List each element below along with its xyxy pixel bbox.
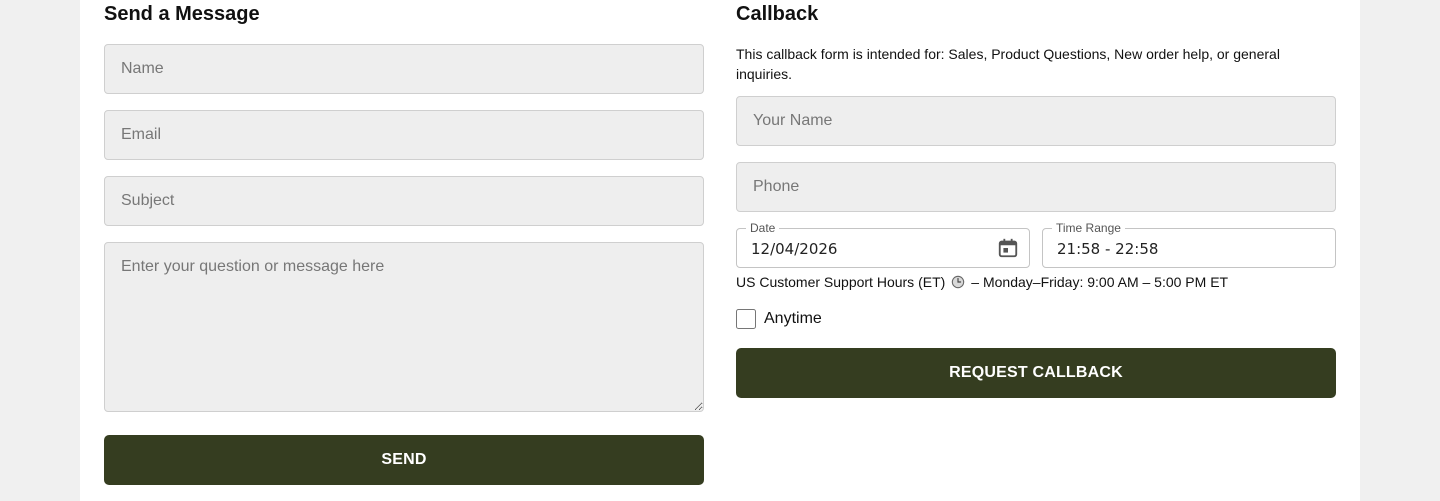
send-button[interactable]: SEND: [104, 435, 704, 485]
clock-icon: [952, 275, 965, 289]
calendar-icon[interactable]: [997, 237, 1019, 259]
phone-input[interactable]: [736, 162, 1336, 212]
callback-description: This callback form is intended for: Sale…: [736, 46, 1280, 82]
support-hours-text: – Monday–Friday: 9:00 AM – 5:00 PM ET: [971, 274, 1229, 290]
anytime-option[interactable]: Anytime: [736, 309, 822, 329]
your-name-input[interactable]: [736, 96, 1336, 146]
name-input[interactable]: [104, 44, 704, 94]
subject-input[interactable]: [104, 176, 704, 226]
support-hours: US Customer Support Hours (ET) – Monday–…: [736, 272, 1228, 292]
email-input[interactable]: [104, 110, 704, 160]
time-range-field[interactable]: Time Range 21:58 - 22:58: [1042, 221, 1336, 268]
contact-panel: Send a Message SEND Callback This callba…: [80, 0, 1360, 501]
anytime-checkbox[interactable]: [736, 309, 756, 329]
anytime-label: Anytime: [764, 310, 822, 327]
callback-title: Callback: [736, 3, 819, 25]
support-hours-prefix: US Customer Support Hours (ET): [736, 274, 946, 290]
time-range-value: 21:58 - 22:58: [1057, 240, 1159, 258]
date-field[interactable]: Date 12/04/2026: [736, 221, 1030, 268]
request-callback-button[interactable]: REQUEST CALLBACK: [736, 348, 1336, 398]
message-textarea[interactable]: [104, 242, 704, 412]
send-message-title: Send a Message: [104, 3, 260, 25]
date-value: 12/04/2026: [751, 240, 838, 258]
